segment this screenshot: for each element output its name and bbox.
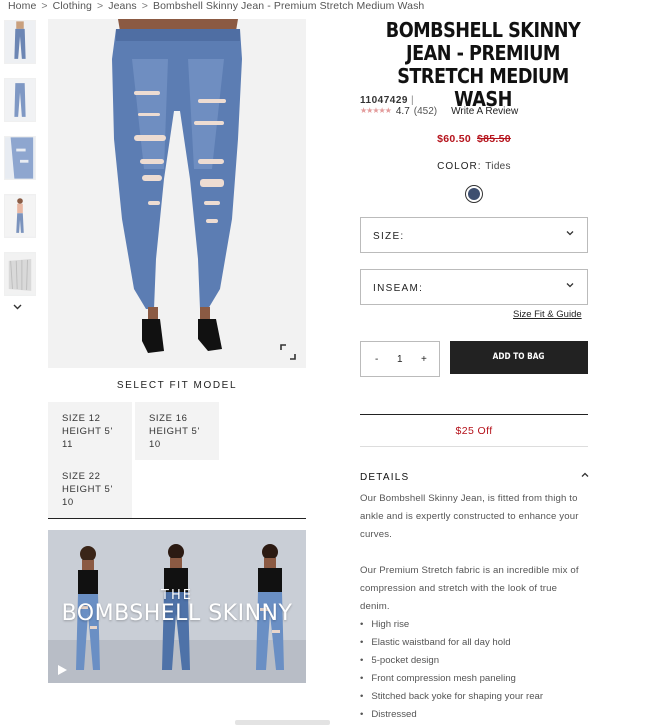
inseam-select[interactable]: INSEAM: bbox=[360, 269, 588, 305]
thumbnail-4[interactable] bbox=[4, 194, 36, 238]
details-paragraph-1: Our Bombshell Skinny Jean, is fitted fro… bbox=[360, 493, 579, 540]
fit-model-height: HEIGHT 5' bbox=[62, 484, 113, 495]
breadcrumb-clothing[interactable]: Clothing bbox=[53, 0, 92, 12]
play-icon[interactable] bbox=[56, 663, 68, 675]
breadcrumb-separator: > bbox=[141, 0, 148, 12]
add-to-bag-label: ADD TO BAG bbox=[493, 352, 545, 362]
details-bullet-list: High rise Elastic waistband for all day … bbox=[360, 616, 588, 724]
fit-model-size: SIZE 22 bbox=[62, 471, 101, 482]
list-item: Stitched back yoke for shaping your rear bbox=[360, 688, 588, 706]
scrollbar[interactable] bbox=[235, 720, 330, 725]
color-label-text: COLOR: bbox=[437, 161, 482, 172]
fit-model-divider bbox=[48, 518, 306, 519]
quantity-stepper: - 1 + bbox=[360, 341, 440, 377]
breadcrumb-separator: > bbox=[96, 0, 104, 12]
write-review-link[interactable]: Write A Review bbox=[451, 106, 518, 117]
quantity-value[interactable]: 1 bbox=[397, 354, 403, 365]
breadcrumb-jeans[interactable]: Jeans bbox=[108, 0, 137, 12]
sku-separator: | bbox=[410, 95, 415, 106]
details-heading[interactable]: DETAILS bbox=[360, 472, 409, 483]
rating-row: ★★★★★ 4.7 (452) Write A Review bbox=[360, 106, 518, 117]
product-sku: 11047429 bbox=[360, 95, 408, 106]
inseam-select-label: INSEAM: bbox=[373, 283, 424, 294]
thumbnail-1[interactable] bbox=[4, 20, 36, 64]
fit-model-inches: 10 bbox=[149, 439, 161, 450]
divider bbox=[360, 446, 588, 447]
star-rating-icon[interactable]: ★★★★★ bbox=[360, 106, 392, 115]
review-count[interactable]: (452) bbox=[414, 106, 437, 117]
fit-model-card-2[interactable]: SIZE 16 HEIGHT 5' 10 bbox=[135, 402, 219, 460]
rating-value: 4.7 bbox=[395, 106, 410, 117]
fit-model-height: HEIGHT 5' bbox=[149, 426, 200, 437]
breadcrumb-separator: > bbox=[41, 0, 48, 12]
add-to-bag-button[interactable]: ADD TO BAG bbox=[450, 341, 588, 374]
chevron-down-icon bbox=[565, 228, 575, 238]
list-item: Front compression mesh paneling bbox=[360, 670, 588, 688]
fit-model-card-3[interactable]: SIZE 22 HEIGHT 5' 10 bbox=[48, 460, 132, 518]
fit-model-size: SIZE 12 bbox=[62, 413, 101, 424]
video-title-big: BOMBSHELL SKINNY bbox=[61, 601, 293, 626]
size-fit-guide-link[interactable]: Size Fit & Guide bbox=[513, 309, 582, 320]
fit-model-inches: 11 bbox=[62, 439, 74, 450]
chevron-down-icon bbox=[565, 280, 575, 290]
color-label: COLOR: Tides bbox=[360, 161, 588, 172]
main-product-image[interactable] bbox=[48, 19, 306, 368]
quantity-decrease-button[interactable]: - bbox=[375, 354, 378, 365]
chevron-down-icon[interactable] bbox=[13, 302, 22, 313]
fit-model-size: SIZE 16 bbox=[149, 413, 188, 424]
size-select-label: SIZE: bbox=[373, 231, 405, 242]
color-value: Tides bbox=[485, 161, 511, 172]
price-row: $60.50 $85.50 bbox=[360, 133, 588, 145]
list-item: Elastic waistband for all day hold bbox=[360, 634, 588, 652]
quantity-increase-button[interactable]: + bbox=[421, 354, 427, 365]
thumbnail-strip bbox=[4, 20, 40, 310]
details-paragraph-2: Our Premium Stretch fabric is an incredi… bbox=[360, 565, 579, 612]
expand-icon[interactable] bbox=[280, 344, 296, 360]
breadcrumb: Home > Clothing > Jeans > Bombshell Skinny Jea… bbox=[8, 0, 424, 12]
original-price: $85.50 bbox=[477, 133, 511, 145]
color-swatch-tides[interactable] bbox=[465, 185, 483, 203]
list-item: High rise bbox=[360, 616, 588, 634]
list-item: 5-pocket design bbox=[360, 652, 588, 670]
details-description: Our Bombshell Skinny Jean, is fitted fro… bbox=[360, 490, 588, 634]
fit-model-inches: 10 bbox=[62, 497, 74, 508]
breadcrumb-current: Bombshell Skinny Jean - Premium Stretch … bbox=[152, 0, 425, 12]
sku-row: 11047429 | bbox=[360, 95, 414, 106]
promo-text: $25 Off bbox=[455, 425, 493, 437]
product-video[interactable]: THE BOMBSHELL SKINNY bbox=[48, 530, 306, 683]
sale-price: $60.50 bbox=[437, 133, 471, 145]
divider bbox=[360, 414, 588, 415]
video-title: THE BOMBSHELL SKINNY bbox=[48, 588, 306, 626]
list-item: Distressed bbox=[360, 706, 588, 724]
thumbnail-5[interactable] bbox=[4, 252, 36, 296]
select-fit-model-heading: SELECT FIT MODEL bbox=[116, 380, 238, 391]
chevron-up-icon[interactable] bbox=[580, 467, 590, 477]
breadcrumb-home[interactable]: Home bbox=[8, 0, 36, 12]
thumbnail-3[interactable] bbox=[4, 136, 36, 180]
size-select[interactable]: SIZE: bbox=[360, 217, 588, 253]
fit-model-height: HEIGHT 5' bbox=[62, 426, 113, 437]
fit-model-card-1[interactable]: SIZE 12 HEIGHT 5' 11 bbox=[48, 402, 132, 460]
thumbnail-2[interactable] bbox=[4, 78, 36, 122]
